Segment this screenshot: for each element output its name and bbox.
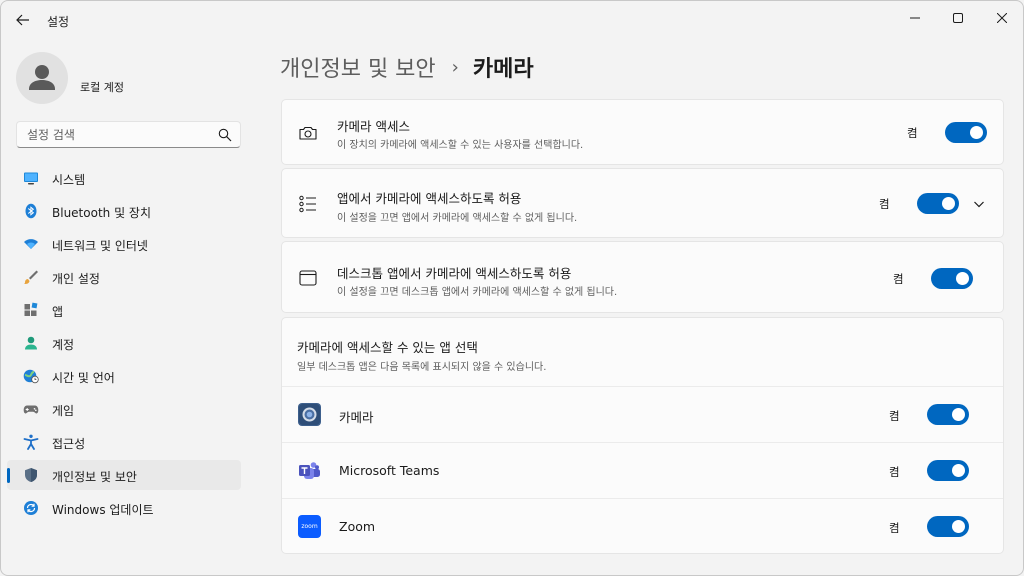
sidebar-item-gaming[interactable]: 게임 xyxy=(7,394,241,424)
zoom-toggle[interactable] xyxy=(927,516,969,537)
desktop-apps-access-card[interactable]: 데스크톱 앱에서 카메라에 액세스하도록 허용 이 설정을 끄면 데스크톱 앱에… xyxy=(281,241,1004,313)
network-icon xyxy=(24,239,38,249)
back-arrow-icon xyxy=(16,14,29,26)
desktop-apps-access-title: 데스크톱 앱에서 카메라에 액세스하도록 허용 xyxy=(337,266,572,281)
user-silhouette-icon xyxy=(29,65,55,90)
breadcrumb-parent[interactable]: 개인정보 및 보안 xyxy=(280,51,436,83)
list-item: Microsoft Teams 켬 xyxy=(282,442,1003,498)
selection-indicator xyxy=(7,468,10,483)
toggle-knob xyxy=(956,272,969,285)
sidebar-item-windows-update[interactable]: Windows 업데이트 xyxy=(7,493,241,523)
zoom-logo-text: zoom xyxy=(301,523,318,530)
toggle-knob xyxy=(952,408,965,421)
sidebar-item-label: 개인정보 및 보안 xyxy=(52,470,137,484)
sidebar-item-accounts[interactable]: 계정 xyxy=(7,328,241,358)
personalization-icon xyxy=(24,270,38,284)
privacy-shield-icon xyxy=(25,468,37,482)
sidebar-item-system[interactable]: 시스템 xyxy=(7,163,241,193)
sidebar-item-personalization[interactable]: 개인 설정 xyxy=(7,262,241,292)
teams-toggle[interactable] xyxy=(927,460,969,481)
system-icon xyxy=(24,172,38,185)
toggle-knob xyxy=(952,520,965,533)
sidebar-item-label: 네트워크 및 인터넷 xyxy=(52,239,148,253)
page-title: 카메라 xyxy=(472,57,534,82)
list-icon xyxy=(299,195,316,213)
sidebar-item-network[interactable]: 네트워크 및 인터넷 xyxy=(7,229,241,259)
sidebar-item-label: Windows 업데이트 xyxy=(52,503,154,517)
sidebar-item-label: 개인 설정 xyxy=(52,272,100,286)
gaming-icon xyxy=(23,405,39,414)
sidebar-item-label: 계정 xyxy=(52,338,75,352)
apps-access-card[interactable]: 앱에서 카메라에 액세스하도록 허용 이 설정을 끄면 앱에서 카메라에 액세스… xyxy=(281,168,1004,238)
profile-name[interactable]: 로컬 계정 xyxy=(80,79,124,95)
app-state: 켬 xyxy=(889,409,900,423)
sidebar-item-accessibility[interactable]: 접근성 xyxy=(7,427,241,457)
desktop-apps-access-state: 켬 xyxy=(893,272,904,286)
breadcrumb-separator: › xyxy=(451,56,459,78)
minimize-icon xyxy=(910,17,920,19)
search-icon[interactable] xyxy=(218,128,232,142)
search-input[interactable] xyxy=(27,126,217,144)
camera-app-icon xyxy=(298,403,321,426)
sidebar-item-apps[interactable]: 앱 xyxy=(7,295,241,325)
chevron-down-icon[interactable] xyxy=(972,197,986,211)
apps-icon xyxy=(24,302,38,316)
minimize-button[interactable] xyxy=(893,5,937,31)
accounts-icon xyxy=(25,336,37,350)
list-item: 카메라 켬 xyxy=(282,386,1003,442)
settings-window: 설정 로컬 계정 시스템 xyxy=(0,0,1024,576)
desktop-apps-access-description: 이 설정을 끄면 데스크톱 앱에서 카메라에 액세스할 수 없게 됩니다. xyxy=(337,287,618,298)
zoom-icon: zoom xyxy=(298,515,321,538)
app-name: Microsoft Teams xyxy=(339,463,440,478)
app-state: 켬 xyxy=(889,465,900,479)
teams-icon xyxy=(298,459,321,482)
avatar[interactable] xyxy=(16,52,68,104)
sidebar-item-label: 시간 및 언어 xyxy=(52,371,115,385)
bluetooth-icon xyxy=(25,203,37,219)
app-list-title: 카메라에 액세스할 수 있는 앱 선택 xyxy=(297,340,478,355)
toggle-knob xyxy=(970,126,983,139)
apps-access-toggle[interactable] xyxy=(917,193,959,214)
toggle-knob xyxy=(942,197,955,210)
app-list-section: 카메라에 액세스할 수 있는 앱 선택 일부 데스크톱 앱은 다음 목록에 표시… xyxy=(281,317,1004,554)
camera-access-title: 카메라 액세스 xyxy=(337,119,410,134)
apps-access-title: 앱에서 카메라에 액세스하도록 허용 xyxy=(337,191,522,206)
maximize-button[interactable] xyxy=(936,5,980,31)
sidebar-item-label: 앱 xyxy=(52,305,64,319)
desktop-apps-access-toggle[interactable] xyxy=(931,268,973,289)
sidebar-item-label: 접근성 xyxy=(52,437,86,451)
camera-access-state: 켬 xyxy=(907,126,918,140)
list-item: zoom Zoom 켬 xyxy=(282,498,1003,554)
camera-access-toggle[interactable] xyxy=(945,122,987,143)
apps-access-description: 이 설정을 끄면 앱에서 카메라에 액세스할 수 없게 됩니다. xyxy=(337,213,578,224)
app-state: 켬 xyxy=(889,521,900,535)
app-list-description: 일부 데스크톱 앱은 다음 목록에 표시되지 않을 수 있습니다. xyxy=(297,362,547,373)
app-name: 카메라 xyxy=(339,410,374,425)
desktop-window-icon xyxy=(299,270,317,286)
sidebar-item-label: 시스템 xyxy=(52,173,86,187)
accessibility-icon xyxy=(23,434,39,450)
camera-icon xyxy=(299,126,317,140)
sidebar-item-bluetooth[interactable]: Bluetooth 및 장치 xyxy=(7,196,241,226)
time-language-icon xyxy=(23,369,39,384)
app-name: Zoom xyxy=(339,519,376,534)
close-icon xyxy=(997,13,1007,23)
back-button[interactable] xyxy=(11,9,35,31)
search-box[interactable] xyxy=(16,121,241,148)
toggle-knob xyxy=(952,464,965,477)
apps-access-state: 켬 xyxy=(879,197,890,211)
camera-app-toggle[interactable] xyxy=(927,404,969,425)
sidebar-item-privacy-security[interactable]: 개인정보 및 보안 xyxy=(7,460,241,490)
breadcrumb: 개인정보 및 보안 › 카메라 xyxy=(280,51,534,83)
windows-update-icon xyxy=(24,501,38,515)
close-button[interactable] xyxy=(980,5,1023,31)
title-bar: 설정 xyxy=(1,1,1023,37)
camera-access-description: 이 장치의 카메라에 액세스할 수 있는 사용자를 선택합니다. xyxy=(337,140,584,151)
camera-access-card[interactable]: 카메라 액세스 이 장치의 카메라에 액세스할 수 있는 사용자를 선택합니다.… xyxy=(281,99,1004,165)
sidebar-item-label: 게임 xyxy=(52,404,75,418)
maximize-icon xyxy=(953,13,963,23)
sidebar-item-time-language[interactable]: 시간 및 언어 xyxy=(7,361,241,391)
sidebar-item-label: Bluetooth 및 장치 xyxy=(52,206,152,220)
window-title: 설정 xyxy=(47,15,70,29)
